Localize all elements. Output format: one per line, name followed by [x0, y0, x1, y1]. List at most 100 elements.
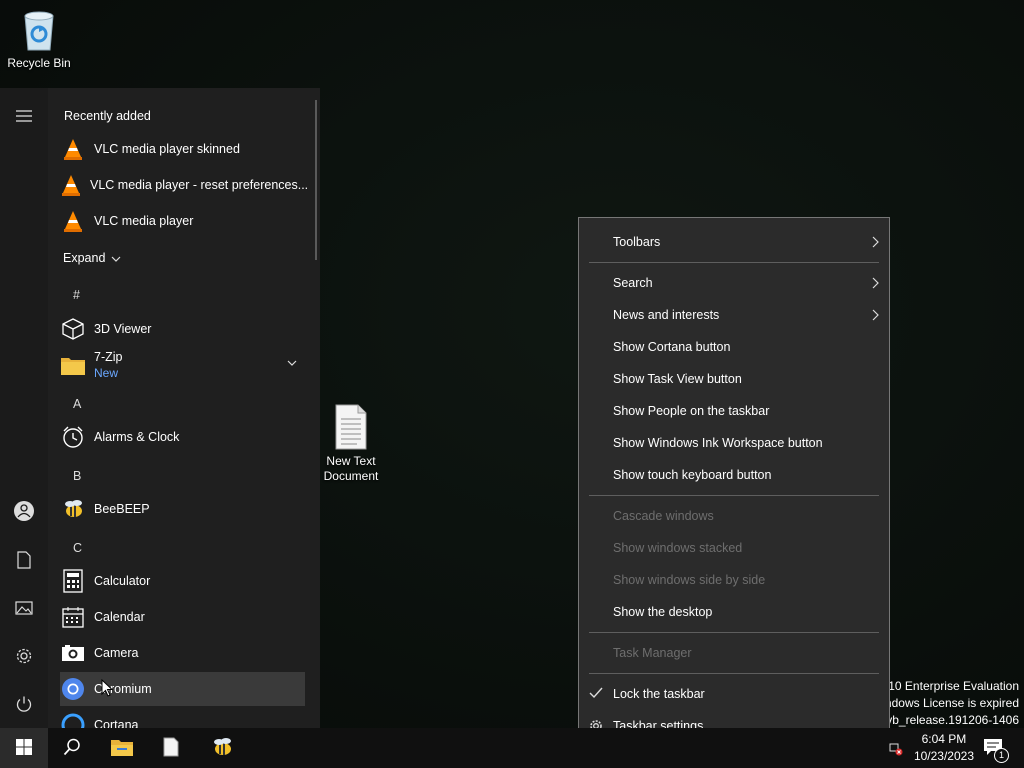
action-center-button[interactable]: 1: [970, 728, 1016, 768]
app-label: VLC media player skinned: [94, 142, 240, 156]
menu-item-label: Lock the taskbar: [613, 687, 705, 701]
chromium-icon: [60, 676, 86, 702]
menu-item-show-the-desktop[interactable]: Show the desktop: [579, 597, 889, 627]
app-label: Alarms & Clock: [94, 430, 180, 444]
group-letter-a[interactable]: A: [73, 397, 81, 411]
taskbar-context-menu: Toolbars Search News and interests Show …: [578, 217, 890, 751]
new-text-document-desktop-icon[interactable]: New Text Document: [315, 404, 387, 484]
documents-icon[interactable]: [12, 548, 36, 572]
watermark-line2: ndows License is expired: [884, 696, 1019, 710]
chevron-right-icon: [872, 309, 879, 324]
menu-item-label: Show the desktop: [613, 605, 713, 619]
user-icon[interactable]: [12, 499, 36, 523]
menu-separator: [589, 495, 879, 496]
chevron-down-icon: [111, 251, 121, 265]
menu-separator: [589, 262, 879, 263]
menu-item-lock-the-taskbar[interactable]: Lock the taskbar: [579, 679, 889, 709]
menu-separator: [589, 632, 879, 633]
menu-item-news-and-interests[interactable]: News and interests: [579, 300, 889, 330]
app-item-cortana[interactable]: Cortana: [60, 708, 305, 728]
app-item-vlc[interactable]: VLC media player: [60, 204, 305, 238]
app-label: Cortana: [94, 718, 139, 728]
pictures-icon[interactable]: [12, 596, 36, 620]
vlc-cone-icon: [60, 172, 82, 198]
group-letter-b[interactable]: B: [73, 469, 81, 483]
taskbar-file-explorer[interactable]: [98, 728, 146, 768]
settings-icon[interactable]: [12, 644, 36, 668]
app-item-vlc-skinned[interactable]: VLC media player skinned: [60, 132, 305, 166]
menu-item-label: News and interests: [613, 308, 720, 322]
taskbar-search-button[interactable]: [48, 728, 96, 768]
calculator-icon: [60, 568, 86, 594]
expand-button[interactable]: Expand: [63, 251, 121, 265]
menu-item-label: Show Cortana button: [613, 340, 731, 354]
recently-added-header: Recently added: [64, 109, 151, 123]
camera-icon: [60, 640, 86, 666]
menu-item-show-ink-workspace[interactable]: Show Windows Ink Workspace button: [579, 428, 889, 458]
app-item-vlc-reset[interactable]: VLC media player - reset preferences...: [60, 168, 308, 202]
mouse-cursor: [101, 678, 114, 700]
app-item-3d-viewer[interactable]: 3D Viewer: [60, 312, 305, 346]
app-item-beebeep[interactable]: BeeBEEP: [60, 492, 305, 526]
app-label: Calculator: [94, 574, 151, 588]
taskbar-beebeep[interactable]: [198, 728, 246, 768]
cortana-icon: [60, 712, 86, 728]
app-list[interactable]: Recently added VLC media player skinned …: [48, 88, 310, 728]
app-label: Calendar: [94, 610, 145, 624]
chevron-right-icon: [872, 277, 879, 292]
watermark-line3: 1.vb_release.191206-1406: [876, 713, 1019, 727]
taskbar-notepad[interactable]: [147, 728, 195, 768]
search-icon: [63, 738, 81, 759]
alarm-clock-icon: [60, 424, 86, 450]
menu-item-label: Show windows stacked: [613, 541, 743, 555]
menu-separator: [589, 673, 879, 674]
expand-label: Expand: [63, 251, 106, 265]
network-error-icon[interactable]: [889, 742, 903, 759]
watermark-line1: 10 Enterprise Evaluation: [888, 679, 1019, 693]
clock-time: 6:04 PM: [921, 732, 967, 746]
app-item-calculator[interactable]: Calculator: [60, 564, 305, 598]
group-letter-hash[interactable]: #: [73, 288, 80, 302]
hamburger-icon[interactable]: [12, 104, 36, 128]
power-icon[interactable]: [12, 692, 36, 716]
menu-item-label: Toolbars: [613, 235, 661, 249]
license-watermark: 10 Enterprise Evaluation ndows License i…: [876, 678, 1019, 729]
bee-icon: [60, 496, 86, 522]
app-item-camera[interactable]: Camera: [60, 636, 305, 670]
menu-item-show-windows-side-by-side: Show windows side by side: [579, 565, 889, 595]
menu-item-search[interactable]: Search: [579, 268, 889, 298]
vlc-cone-icon: [60, 136, 86, 162]
menu-item-label: Show People on the taskbar: [613, 404, 770, 418]
menu-item-show-cortana-button[interactable]: Show Cortana button: [579, 332, 889, 362]
app-label: Camera: [94, 646, 139, 660]
start-button[interactable]: [0, 728, 48, 768]
menu-item-show-touch-keyboard[interactable]: Show touch keyboard button: [579, 460, 889, 490]
folder-icon: [60, 352, 86, 378]
chevron-down-icon[interactable]: [287, 355, 297, 369]
app-item-calendar[interactable]: Calendar: [60, 600, 305, 634]
app-label: 3D Viewer: [94, 322, 152, 336]
taskbar-clock[interactable]: 6:04 PM 10/23/2023: [914, 731, 974, 765]
notepad-icon: [163, 737, 179, 760]
menu-item-cascade-windows: Cascade windows: [579, 501, 889, 531]
app-list-scrollbar[interactable]: [315, 100, 317, 260]
menu-item-label: Search: [613, 276, 653, 290]
menu-item-label: Cascade windows: [613, 509, 714, 523]
app-item-alarms-clock[interactable]: Alarms & Clock: [60, 420, 305, 454]
menu-item-label: Show touch keyboard button: [613, 468, 772, 482]
menu-item-label: Show Task View button: [613, 372, 742, 386]
menu-item-toolbars[interactable]: Toolbars: [579, 227, 889, 257]
menu-item-show-people[interactable]: Show People on the taskbar: [579, 396, 889, 426]
notification-count-badge: 1: [994, 747, 1009, 763]
menu-item-show-task-view-button[interactable]: Show Task View button: [579, 364, 889, 394]
chevron-right-icon: [872, 236, 879, 251]
recycle-bin-desktop-icon[interactable]: Recycle Bin: [3, 8, 75, 71]
new-badge: New: [94, 366, 119, 380]
taskbar[interactable]: 6:04 PM 10/23/2023 1: [0, 728, 1024, 768]
3d-viewer-icon: [60, 316, 86, 342]
checkmark-icon: [589, 687, 603, 702]
start-menu: Recently added VLC media player skinned …: [0, 88, 320, 728]
app-item-7zip[interactable]: 7-Zip New: [60, 346, 305, 384]
group-letter-c[interactable]: C: [73, 541, 82, 555]
app-item-chromium[interactable]: Chromium: [60, 672, 305, 706]
